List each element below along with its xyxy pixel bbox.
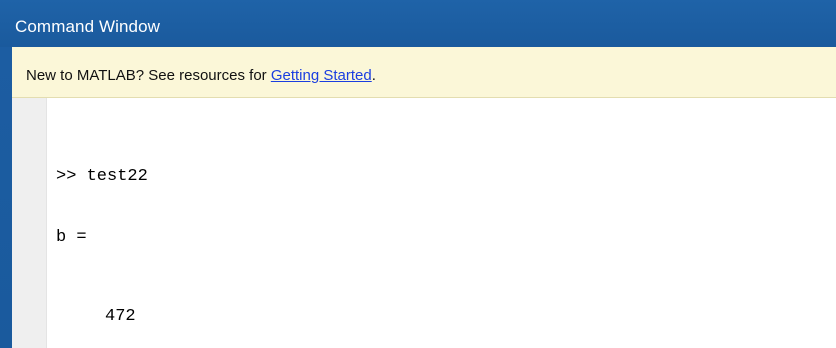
command-window: Command Window New to MATLAB? See resour… bbox=[0, 0, 836, 348]
command-window-content[interactable]: New to MATLAB? See resources for Getting… bbox=[12, 47, 836, 348]
window-title: Command Window bbox=[15, 17, 161, 36]
getting-started-banner: New to MATLAB? See resources for Getting… bbox=[12, 47, 836, 98]
window-frame-left bbox=[0, 47, 12, 348]
banner-message: New to MATLAB? See resources for Getting… bbox=[26, 67, 376, 84]
getting-started-link[interactable]: Getting Started bbox=[271, 67, 372, 84]
console-output-line: 472 bbox=[105, 307, 136, 326]
banner-prefix-text: New to MATLAB? See resources for bbox=[26, 67, 271, 84]
banner-suffix-text: . bbox=[371, 67, 376, 84]
console-prompt-line: >> test22 bbox=[56, 167, 148, 186]
console-assignment-line: b = bbox=[56, 228, 87, 247]
title-bar[interactable]: Command Window bbox=[0, 0, 836, 47]
